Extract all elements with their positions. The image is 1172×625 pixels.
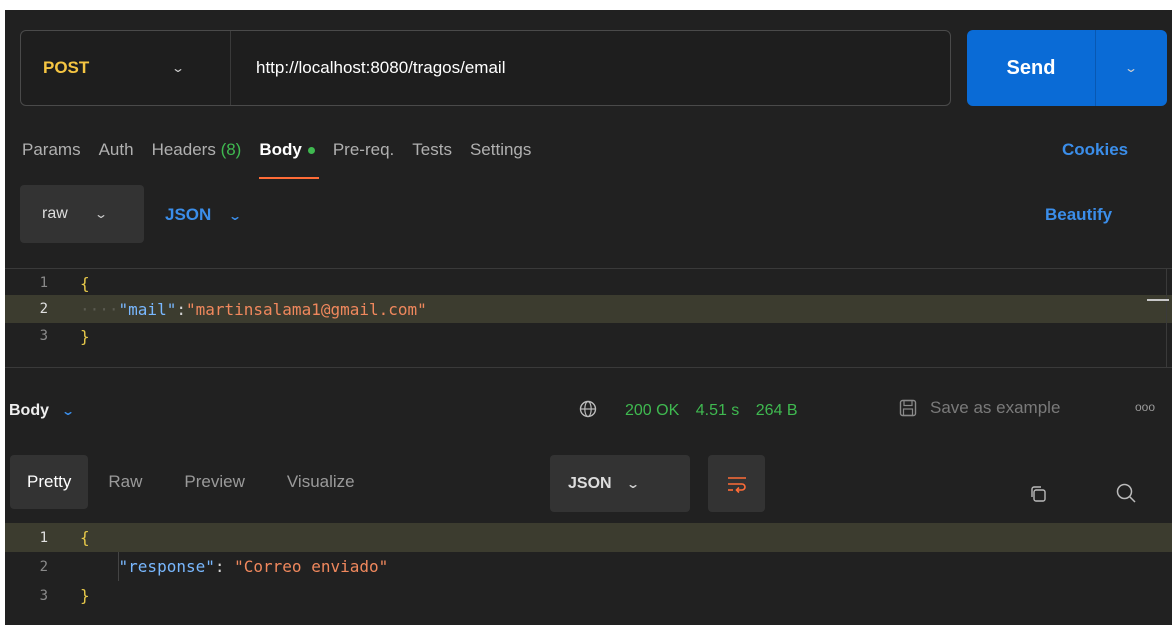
- code-text: }: [80, 586, 90, 605]
- code-text: ····"mail":"martinsalama1@gmail.com": [80, 300, 427, 319]
- json-key: "mail": [118, 299, 177, 319]
- save-icon: [899, 399, 917, 417]
- tab-label: Params: [22, 140, 81, 159]
- send-group: Send ⌄: [967, 30, 1167, 106]
- code-line: 2 ····"mail":"martinsalama1@gmail.com": [5, 295, 1172, 323]
- code-line: 3 }: [5, 323, 1172, 349]
- json-sep: :: [214, 557, 235, 576]
- search-icon[interactable]: [1115, 482, 1137, 504]
- chevron-down-icon: ⌄: [228, 209, 243, 223]
- response-format-select[interactable]: JSON ⌄: [550, 455, 690, 512]
- url-input[interactable]: http://localhost:8080/tragos/email: [231, 58, 505, 78]
- code-line: 3 }: [5, 581, 1172, 610]
- response-meta: 200 OK 4.51 s 264 B: [625, 402, 810, 420]
- json-value: "Correo enviado": [234, 557, 389, 576]
- copy-icon[interactable]: [1029, 485, 1047, 503]
- status-code[interactable]: 200 OK: [625, 402, 679, 419]
- cookies-link[interactable]: Cookies: [1062, 140, 1128, 160]
- response-body-label: Body: [9, 402, 49, 419]
- chevron-down-icon: ⌄: [625, 476, 640, 491]
- tab-preview[interactable]: Preview: [162, 455, 266, 509]
- scroll-thumb[interactable]: [1147, 299, 1169, 301]
- response-format-label: JSON: [568, 474, 612, 492]
- language-select[interactable]: JSON ⌄: [165, 205, 243, 225]
- tab-label: Auth: [98, 140, 134, 159]
- scrollbar[interactable]: [1166, 269, 1167, 367]
- line-number: 1: [39, 275, 48, 291]
- language-label: JSON: [165, 205, 212, 224]
- send-options-button[interactable]: ⌄: [1095, 30, 1167, 106]
- save-as-example-label: Save as example: [930, 398, 1061, 417]
- tab-headers[interactable]: Headers (8): [152, 140, 242, 170]
- body-mode-select[interactable]: raw ⌄: [20, 185, 144, 243]
- json-sep: :: [176, 299, 186, 319]
- tab-label: Tests: [412, 140, 452, 159]
- code-text: {: [80, 273, 90, 293]
- response-size[interactable]: 264 B: [756, 402, 798, 419]
- response-body-viewer[interactable]: 1 { 2 "response": "Correo enviado" 3 }: [5, 523, 1172, 625]
- code-text: {: [80, 528, 90, 547]
- beautify-button[interactable]: Beautify: [1045, 205, 1112, 225]
- code-line: 2 "response": "Correo enviado": [5, 552, 1172, 581]
- request-body-editor[interactable]: 1 { 2 ····"mail":"martinsalama1@gmail.co…: [5, 268, 1172, 368]
- line-number: 3: [39, 328, 48, 344]
- line-number: 3: [39, 587, 48, 604]
- tab-settings[interactable]: Settings: [470, 140, 531, 170]
- send-button[interactable]: Send: [967, 30, 1095, 106]
- response-time[interactable]: 4.51 s: [696, 402, 740, 419]
- wrap-lines-icon: [727, 476, 746, 493]
- body-indicator-dot: [307, 147, 315, 155]
- request-bar: POST ⌄ http://localhost:8080/tragos/emai…: [20, 30, 951, 106]
- code-line: 1 {: [5, 523, 1172, 552]
- save-as-example-button[interactable]: Save as example: [898, 398, 1060, 418]
- line-number: 2: [39, 301, 48, 317]
- tab-pre-request[interactable]: Pre-req.: [333, 140, 394, 170]
- json-key: "response": [118, 557, 215, 576]
- method-select[interactable]: POST ⌄: [21, 31, 231, 105]
- tab-raw[interactable]: Raw: [88, 455, 162, 509]
- tab-params[interactable]: Params: [22, 140, 81, 170]
- tab-auth[interactable]: Auth: [99, 140, 134, 170]
- tab-label: Headers: [151, 140, 216, 159]
- indent-guide: ····: [80, 299, 119, 319]
- wrap-lines-button[interactable]: [708, 455, 765, 512]
- response-view-tabs: Pretty Raw Preview Visualize: [10, 455, 510, 509]
- tab-pretty[interactable]: Pretty: [10, 455, 89, 509]
- request-tabs: Params Auth Headers (8) Body Pre-req. Te…: [22, 140, 549, 179]
- tab-label: Pre-req.: [332, 140, 395, 159]
- chevron-down-icon: ⌄: [93, 207, 108, 221]
- headers-count: (8): [220, 140, 242, 159]
- response-body-select[interactable]: Body ⌄: [9, 402, 76, 420]
- tab-label: Settings: [469, 140, 532, 159]
- code-text: }: [80, 326, 90, 346]
- json-value: "martinsalama1@gmail.com": [185, 299, 427, 319]
- more-options-icon[interactable]: ooo: [1135, 400, 1155, 414]
- tab-label: Body: [259, 140, 302, 159]
- body-mode-label: raw: [42, 205, 68, 222]
- chevron-down-icon: ⌄: [170, 61, 186, 75]
- globe-icon[interactable]: [578, 399, 598, 419]
- postman-app: POST ⌄ http://localhost:8080/tragos/emai…: [5, 10, 1172, 625]
- line-number: 2: [39, 558, 48, 575]
- code-line: 1 {: [5, 271, 1172, 295]
- tab-tests[interactable]: Tests: [412, 140, 452, 170]
- code-text: "response": "Correo enviado": [80, 557, 389, 576]
- chevron-down-icon: ⌄: [61, 404, 76, 418]
- indent-guide: [118, 552, 119, 581]
- line-number: 1: [39, 529, 48, 546]
- chevron-down-icon: ⌄: [1124, 61, 1139, 75]
- tab-body[interactable]: Body: [259, 140, 319, 179]
- method-label: POST: [43, 58, 90, 77]
- tab-visualize[interactable]: Visualize: [267, 455, 375, 509]
